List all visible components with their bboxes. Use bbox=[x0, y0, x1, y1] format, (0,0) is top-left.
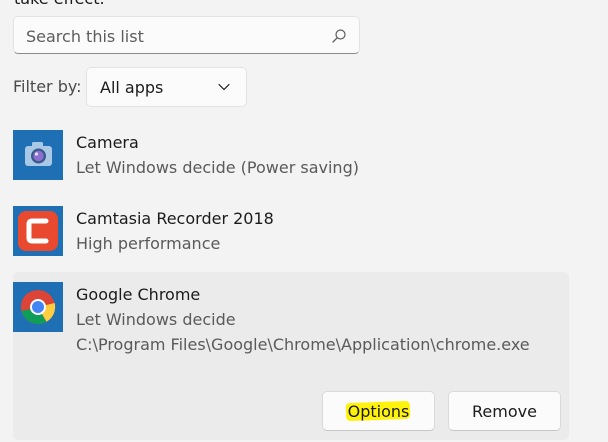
app-item-camera[interactable]: Camera Let Windows decide (Power saving) bbox=[13, 130, 569, 182]
camera-icon bbox=[13, 130, 63, 180]
app-item-camtasia[interactable]: Camtasia Recorder 2018 High performance bbox=[13, 206, 569, 258]
chevron-down-icon bbox=[218, 83, 230, 91]
search-input[interactable] bbox=[26, 25, 316, 47]
remove-button[interactable]: Remove bbox=[448, 391, 561, 431]
app-name: Camtasia Recorder 2018 bbox=[76, 209, 274, 228]
remove-button-label: Remove bbox=[472, 401, 537, 421]
app-setting: Let Windows decide bbox=[76, 310, 236, 329]
search-icon[interactable] bbox=[331, 28, 347, 44]
filter-label: Filter by: bbox=[13, 77, 82, 96]
app-name: Google Chrome bbox=[76, 285, 201, 304]
chrome-icon bbox=[13, 282, 63, 332]
cutoff-description-text: take effect. bbox=[14, 0, 105, 8]
filter-dropdown[interactable]: All apps bbox=[86, 67, 247, 107]
camtasia-icon bbox=[13, 206, 63, 256]
search-box[interactable] bbox=[13, 16, 360, 54]
app-setting: High performance bbox=[76, 234, 221, 253]
app-name: Camera bbox=[76, 133, 139, 152]
app-path: C:\Program Files\Google\Chrome\Applicati… bbox=[76, 335, 530, 354]
filter-selected-value: All apps bbox=[100, 78, 164, 97]
options-button[interactable]: Options bbox=[322, 391, 435, 431]
options-button-label: Options bbox=[347, 401, 410, 421]
app-item-google-chrome[interactable]: Google Chrome Let Windows decide C:\Prog… bbox=[13, 272, 569, 440]
app-setting: Let Windows decide (Power saving) bbox=[76, 158, 359, 177]
graphics-settings-page: take effect. Filter by: All apps Camera … bbox=[0, 0, 608, 442]
